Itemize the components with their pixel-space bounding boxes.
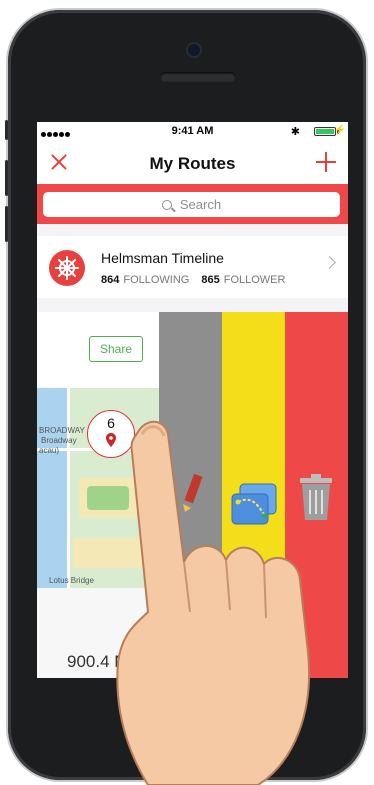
- page-title: My Routes: [149, 154, 236, 173]
- chevron-right-icon: [323, 256, 336, 269]
- point-count: 6: [107, 415, 115, 431]
- volume-up-button: [5, 160, 8, 196]
- app-screen: 9:41 AM ✱ ⚡ My Routes Search Helmsman Ti…: [37, 122, 348, 678]
- map-park: [87, 486, 129, 510]
- route-map[interactable]: BROADWAY Broadway acau) Lotus Bridge 6: [37, 388, 159, 588]
- search-bar: Search: [37, 184, 348, 224]
- route-distance: 900.4 M: [37, 588, 159, 678]
- swipe-action-route[interactable]: [222, 312, 285, 678]
- follower-count: 865: [201, 274, 220, 286]
- profile-stats: 864 FOLLOWING 865 FOLLOWER: [101, 274, 285, 286]
- map-label: Lotus Bridge: [49, 576, 94, 585]
- front-camera: [188, 44, 200, 56]
- map-label: Broadway: [41, 436, 77, 445]
- route-card[interactable]: Share BROADWAY Broadway acau) Lotus Brid…: [37, 312, 348, 678]
- search-icon: [161, 199, 172, 210]
- distance-value: 900.4 M: [67, 652, 129, 671]
- home-button[interactable]: [162, 693, 228, 759]
- following-count: 864: [101, 274, 120, 286]
- map-label: BROADWAY: [39, 426, 85, 435]
- search-input[interactable]: Search: [43, 192, 340, 217]
- volume-down-button: [5, 206, 8, 242]
- swipe-action-delete[interactable]: [285, 312, 348, 678]
- follower-label: FOLLOWER: [223, 274, 286, 286]
- plus-icon[interactable]: [316, 152, 336, 172]
- map-block: [73, 538, 143, 568]
- bluetooth-icon: ✱: [290, 126, 300, 138]
- trash-icon: [300, 474, 332, 520]
- swipe-action-edit[interactable]: [159, 312, 222, 678]
- point-count-badge: 6: [87, 410, 135, 458]
- map-label: acau): [39, 446, 60, 455]
- profile-name: Helmsman Timeline: [101, 250, 224, 266]
- status-time: 9:41 AM: [171, 125, 214, 137]
- nav-bar: My Routes: [37, 142, 348, 184]
- search-placeholder: Search: [179, 197, 222, 212]
- ship-wheel-icon: [55, 256, 79, 280]
- charging-icon: ⚡: [333, 125, 346, 136]
- map-road: [67, 388, 70, 588]
- profile-row[interactable]: Helmsman Timeline 864 FOLLOWING 865 FOLLOWE…: [37, 236, 348, 298]
- route-card-header: Share: [37, 312, 159, 388]
- earpiece: [160, 72, 236, 82]
- map-water: [37, 388, 67, 588]
- route-icon: [231, 483, 277, 525]
- status-bar: 9:41 AM ✱ ⚡: [37, 122, 348, 142]
- share-button[interactable]: Share: [89, 336, 143, 362]
- mute-switch: [5, 120, 8, 140]
- pencil-icon: [183, 474, 203, 512]
- map-pin-icon: [106, 433, 116, 447]
- avatar: [49, 250, 85, 286]
- following-label: FOLLOWING: [123, 274, 190, 286]
